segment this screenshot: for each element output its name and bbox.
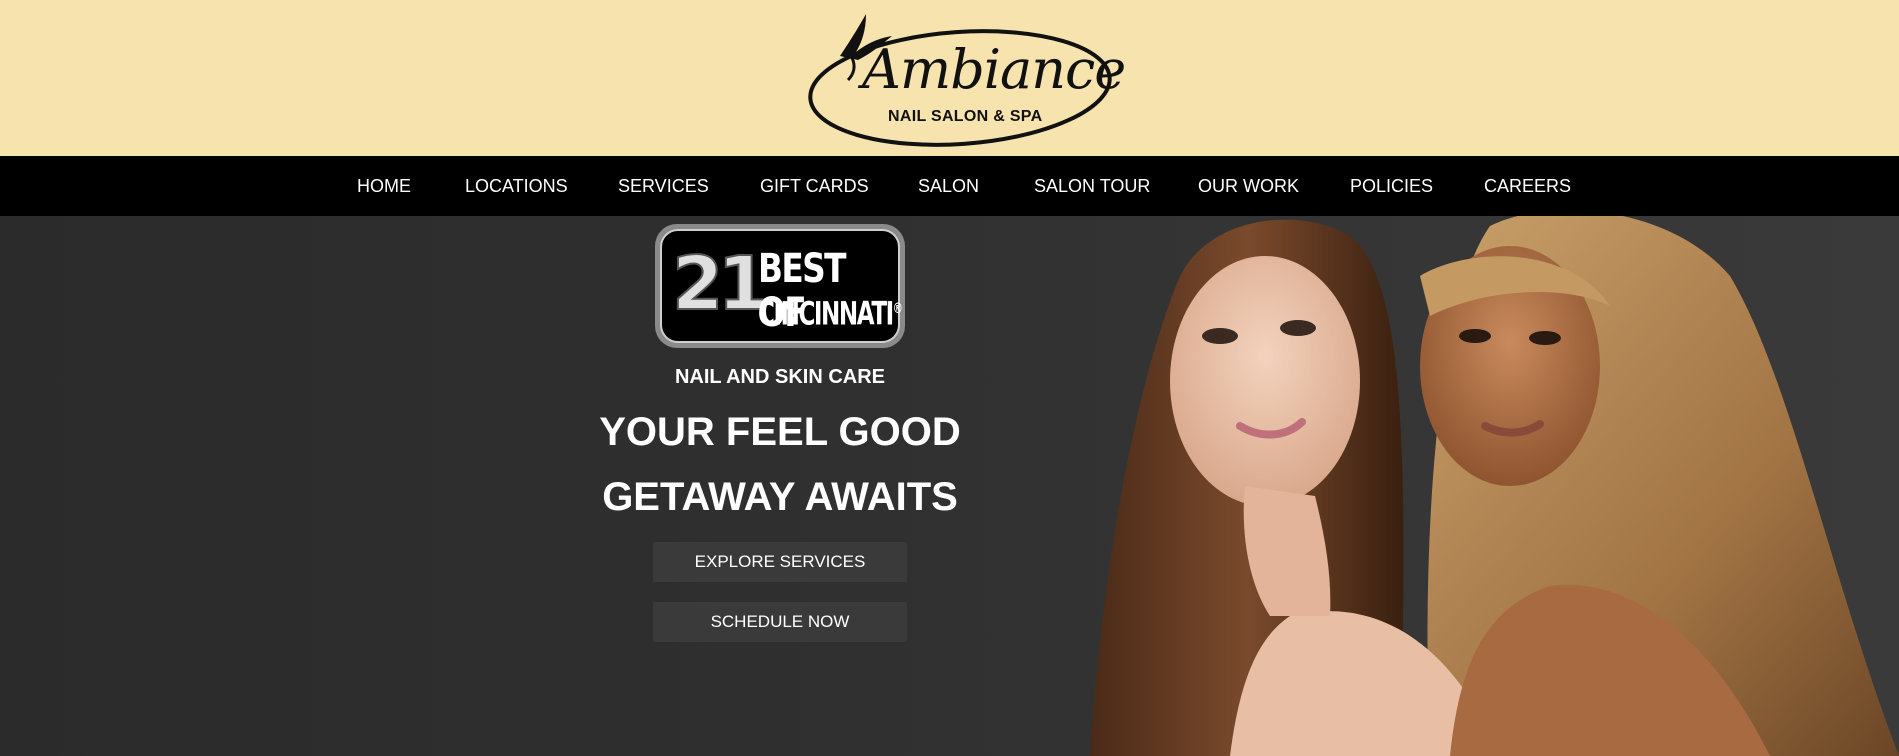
- hero-headline-line-2: GETAWAY AWAITS: [602, 475, 958, 519]
- badge-number: 21: [671, 240, 770, 328]
- nav-item-services[interactable]: SERVICES: [618, 156, 709, 216]
- nav-item-our-work[interactable]: OUR WORK: [1198, 156, 1299, 216]
- hero-banner: 21 BEST OF CINCINNATI® NAIL AND SKIN CAR…: [0, 216, 1899, 756]
- main-nav: HOME LOCATIONS SERVICES GIFT CARDS SALON…: [0, 156, 1899, 216]
- site-header: Ambiance NAIL SALON & SPA: [0, 0, 1899, 156]
- badge-registered-mark: ®: [892, 301, 903, 317]
- nav-item-careers[interactable]: CAREERS: [1484, 156, 1571, 216]
- hero-kicker: NAIL AND SKIN CARE: [674, 366, 885, 388]
- hero-headline-line-1: YOUR FEEL GOOD: [599, 410, 961, 454]
- explore-services-button[interactable]: EXPLORE SERVICES: [653, 542, 907, 582]
- badge-city: CINCINNATI: [758, 294, 894, 333]
- nav-item-gift-cards[interactable]: GIFT CARDS: [760, 156, 869, 216]
- brand-tagline: NAIL SALON & SPA: [888, 108, 1043, 125]
- nav-item-salon-tour[interactable]: SALON TOUR: [1034, 156, 1150, 216]
- hero-models-photo: [1070, 216, 1899, 756]
- brand-name: Ambiance: [862, 38, 1126, 101]
- nav-item-locations[interactable]: LOCATIONS: [465, 156, 568, 216]
- nav-item-salon[interactable]: SALON: [918, 156, 979, 216]
- brand-logo[interactable]: Ambiance NAIL SALON & SPA: [800, 8, 1126, 150]
- badge-line-2: CINCINNATI®: [758, 291, 903, 333]
- best-of-cincinnati-badge: 21 BEST OF CINCINNATI®: [655, 224, 905, 348]
- schedule-now-button[interactable]: SCHEDULE NOW: [653, 602, 907, 642]
- nav-item-policies[interactable]: POLICIES: [1350, 156, 1433, 216]
- nav-item-home[interactable]: HOME: [357, 156, 411, 216]
